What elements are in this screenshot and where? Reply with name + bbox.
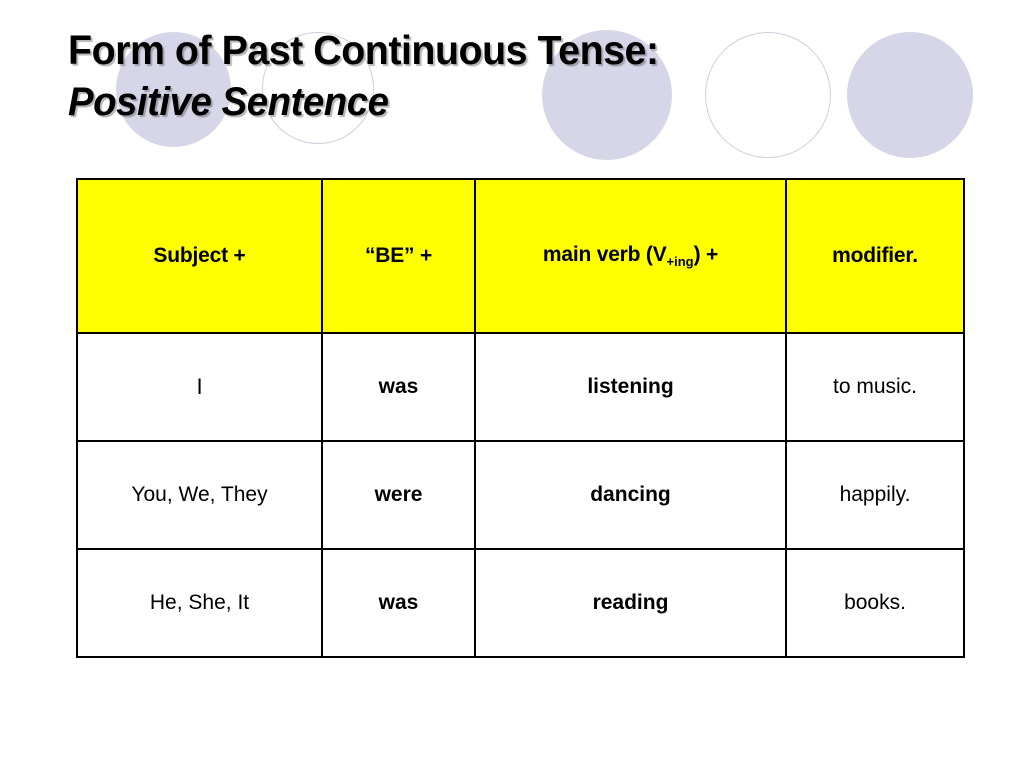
- cell-main-verb: listening: [474, 332, 787, 442]
- cell-main-verb: dancing: [474, 440, 787, 550]
- header-main-verb-prefix: main verb (V: [542, 242, 667, 266]
- table-row: I was listening to music.: [76, 332, 965, 442]
- header-cell-subject: Subject +: [76, 178, 323, 334]
- header-cell-be: “BE” +: [321, 178, 476, 334]
- cell-be: were: [321, 440, 476, 550]
- cell-subject: I: [76, 332, 323, 442]
- cell-subject: He, She, It: [76, 548, 323, 658]
- cell-subject: You, We, They: [76, 440, 323, 550]
- cell-main-verb: reading: [474, 548, 787, 658]
- cell-modifier: to music.: [785, 332, 965, 442]
- header-cell-modifier: modifier.: [785, 178, 965, 334]
- table-row: He, She, It was reading books.: [76, 548, 965, 658]
- slide-title-line-2: Positive Sentence: [68, 80, 389, 124]
- cell-modifier: books.: [785, 548, 965, 658]
- header-main-verb-subscript: +ing: [666, 254, 694, 270]
- table-body: I was listening to music. You, We, They …: [76, 332, 965, 658]
- cell-be: was: [321, 548, 476, 658]
- table-row: You, We, They were dancing happily.: [76, 440, 965, 550]
- header-cell-main-verb: main verb (V+ing) +: [474, 178, 787, 334]
- table-header-row: Subject + “BE” + main verb (V+ing) + mod…: [76, 178, 965, 334]
- header-main-verb-suffix: ) +: [693, 242, 719, 266]
- cell-be: was: [321, 332, 476, 442]
- slide-title-line-1: Form of Past Continuous Tense:: [68, 27, 659, 73]
- cell-modifier: happily.: [785, 440, 965, 550]
- slide-title-block: Form of Past Continuous Tense: Positive …: [68, 27, 968, 124]
- past-continuous-form-table: Subject + “BE” + main verb (V+ing) + mod…: [76, 178, 965, 658]
- table-header: Subject + “BE” + main verb (V+ing) + mod…: [76, 178, 965, 334]
